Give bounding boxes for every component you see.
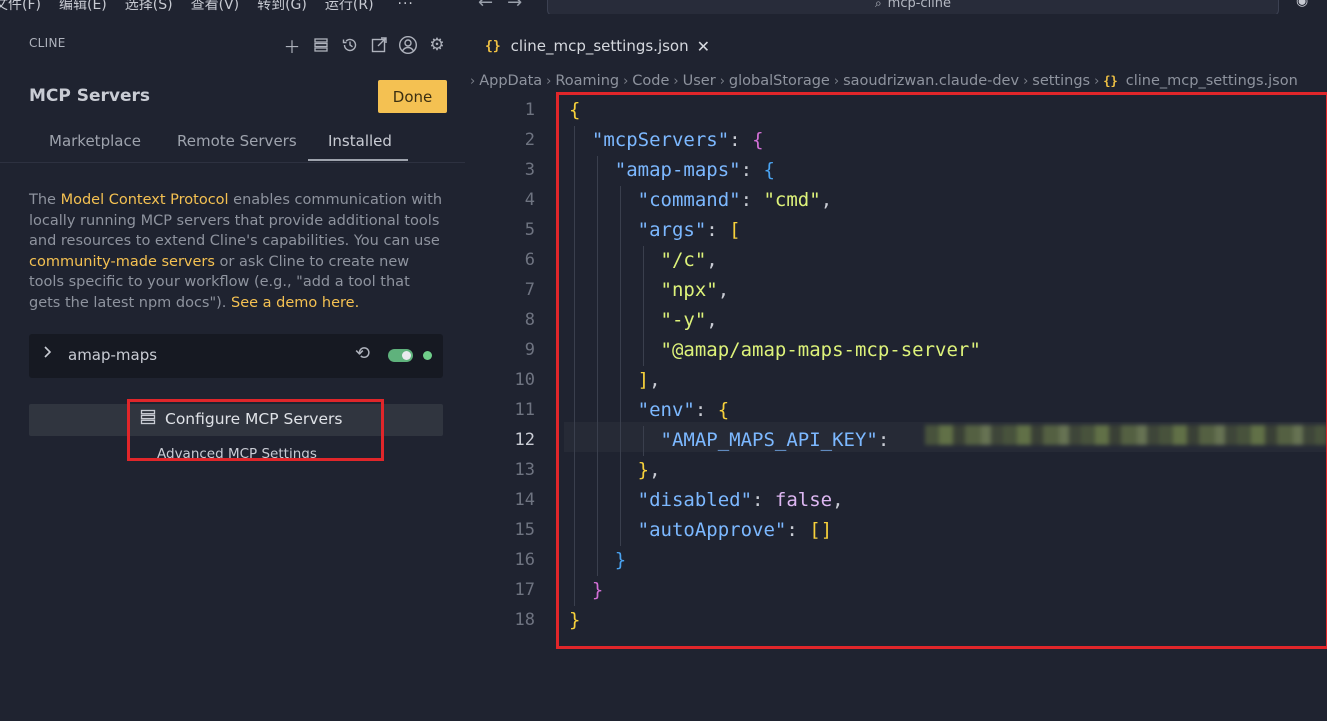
line-number: 5 (524, 220, 535, 240)
server-row-amap-maps[interactable]: amap-maps ⟲ (29, 334, 443, 378)
highlight-box-json (556, 92, 1327, 649)
sidebar-header: CLINE (29, 36, 66, 50)
back-arrow-icon[interactable]: ← (478, 0, 493, 13)
breadcrumb-item[interactable]: settings (1032, 73, 1090, 89)
breadcrumb-item[interactable]: Code (632, 73, 669, 89)
cline-sidebar: CLINE ＋ ⚙ MCP Servers Done Marketplace R… (0, 14, 465, 721)
server-icon[interactable] (310, 34, 332, 56)
external-link-icon[interactable] (368, 34, 390, 56)
menu-run[interactable]: 运行(R) (325, 0, 374, 14)
menu-file[interactable]: 文件(F) (0, 0, 41, 14)
plus-icon[interactable]: ＋ (281, 34, 303, 58)
menubar: 文件(F) 编辑(E) 选择(S) 查看(V) 转到(G) 运行(R) ··· (0, 0, 465, 14)
breadcrumb-separator-icon: › (673, 73, 679, 89)
line-number: 9 (524, 340, 535, 360)
server-status-dot (423, 351, 432, 360)
cline-toolbar: ＋ ⚙ (281, 34, 448, 58)
line-number: 8 (524, 310, 535, 330)
page-title: MCP Servers (29, 86, 151, 106)
line-number: 16 (514, 550, 535, 570)
breadcrumb-separator-icon: › (1023, 73, 1029, 89)
account-icon[interactable] (397, 34, 419, 56)
line-number: 18 (514, 610, 535, 630)
json-file-icon: {} (485, 38, 501, 54)
mcp-tabs: Marketplace Remote Servers Installed (0, 124, 465, 163)
editor-tab-label: cline_mcp_settings.json (510, 37, 689, 55)
breadcrumb-separator-icon: › (546, 73, 552, 89)
gear-icon[interactable]: ⚙ (426, 34, 448, 56)
server-name: amap-maps (68, 346, 158, 364)
search-icon: ⌕ (874, 0, 882, 10)
history-icon[interactable] (339, 34, 361, 56)
menu-edit[interactable]: 编辑(E) (59, 0, 107, 14)
tab-marketplace[interactable]: Marketplace (49, 132, 141, 150)
menu-selection[interactable]: 选择(S) (125, 0, 173, 14)
tab-installed[interactable]: Installed (328, 132, 392, 150)
breadcrumb-file[interactable]: cline_mcp_settings.json (1126, 73, 1298, 89)
restart-server-icon[interactable]: ⟲ (355, 343, 370, 364)
line-number: 17 (514, 580, 535, 600)
line-number: 6 (524, 250, 535, 270)
line-number: 7 (524, 280, 535, 300)
breadcrumb-item[interactable]: User (683, 73, 716, 89)
description-text-1: The (29, 192, 61, 208)
breadcrumb-item[interactable]: Roaming (555, 73, 619, 89)
line-number: 12 (514, 430, 535, 450)
line-number: 2 (524, 130, 535, 150)
line-number: 10 (514, 370, 535, 390)
menu-more-icon[interactable]: ··· (398, 0, 414, 12)
demo-link[interactable]: See a demo here. (231, 295, 359, 311)
breadcrumb-separator-icon: › (719, 73, 725, 89)
line-number: 11 (514, 400, 535, 420)
active-tab-indicator (308, 159, 408, 161)
menu-go[interactable]: 转到(G) (257, 0, 307, 14)
breadcrumb-item[interactable]: AppData (479, 73, 542, 89)
line-number: 4 (524, 190, 535, 210)
toggle-knob (402, 351, 411, 360)
breadcrumb-separator-icon: › (470, 73, 476, 89)
line-number: 15 (514, 520, 535, 540)
community-servers-link[interactable]: community-made servers (29, 254, 215, 270)
line-number: 14 (514, 490, 535, 510)
command-center-text: mcp-cline (887, 0, 952, 11)
highlight-box-configure (127, 399, 384, 461)
server-enable-toggle[interactable] (388, 349, 413, 362)
line-number: 1 (524, 100, 535, 120)
forward-arrow-icon[interactable]: → (507, 0, 522, 13)
breadcrumb-separator-icon: › (623, 73, 629, 89)
breadcrumb-separator-icon: › (833, 73, 840, 89)
menu-view[interactable]: 查看(V) (191, 0, 240, 14)
breadcrumb-separator-icon: › (1094, 73, 1100, 89)
breadcrumb-item[interactable]: globalStorage (729, 73, 830, 89)
close-icon[interactable]: ✕ (697, 37, 710, 56)
line-number: 13 (514, 460, 535, 480)
chevron-right-icon[interactable] (43, 345, 53, 363)
line-number: 3 (524, 160, 535, 180)
tab-remote-servers[interactable]: Remote Servers (177, 132, 297, 150)
navigation-arrows: ← → (478, 0, 522, 13)
breadcrumb-item[interactable]: saoudrizwan.claude-dev (843, 73, 1019, 89)
done-button[interactable]: Done (378, 80, 447, 113)
copilot-icon[interactable]: ◉ (1296, 0, 1308, 9)
breadcrumb: › AppData › Roaming › Code › User › globalSt… (466, 70, 1327, 92)
model-context-protocol-link[interactable]: Model Context Protocol (61, 192, 229, 208)
editor-tab-active[interactable]: {} cline_mcp_settings.json ✕ (468, 28, 710, 64)
json-file-icon: {} (1103, 74, 1118, 88)
mcp-description: The Model Context Protocol enables commu… (29, 190, 444, 314)
